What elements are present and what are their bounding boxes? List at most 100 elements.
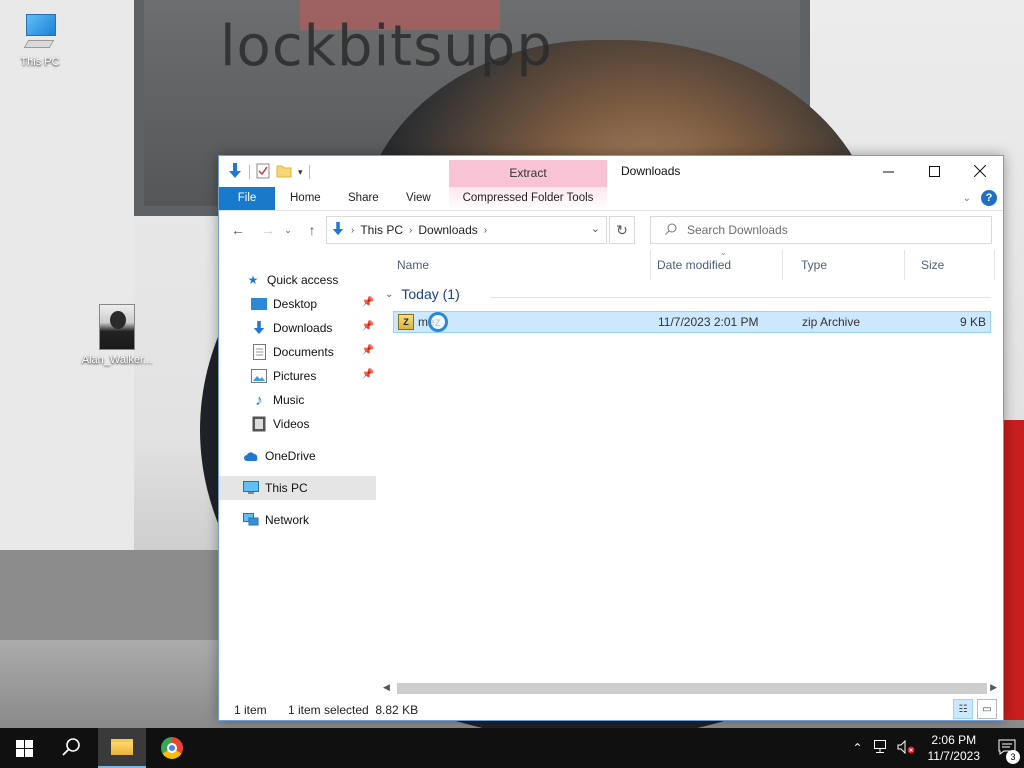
chrome-icon [161,737,183,759]
maximize-button[interactable] [911,156,957,186]
sidebar-item-label: Network [265,513,310,527]
desktop-icon-user-image[interactable]: Alan_Walker... [77,304,157,366]
wallpaper-wall [0,0,134,560]
music-icon: ♪ [255,391,263,409]
file-row[interactable]: Z mez 11/7/2023 2:01 PM zip Archive 9 KB [393,311,991,333]
desktop-icon-label: Alan_Walker... [81,354,153,366]
scroll-right-icon[interactable]: ▶ [990,682,997,693]
back-button[interactable]: ← [227,220,249,240]
action-center-button[interactable]: 3 [990,739,1024,764]
sidebar-item-label: This PC [265,481,308,495]
breadcrumb-downloads[interactable]: Downloads [418,223,477,237]
context-tab-group-extract[interactable]: Extract [449,160,607,187]
help-icon[interactable]: ? [981,190,997,206]
sidebar-item-desktop[interactable]: Desktop 📌 [219,292,376,316]
tab-file[interactable]: File [219,187,275,210]
sidebar-item-pictures[interactable]: Pictures 📌 [219,364,376,388]
recent-locations-icon[interactable]: ⌄ [281,220,295,240]
group-label: Today (1) [401,286,460,302]
busy-cursor-icon [428,312,448,332]
pin-icon[interactable]: 📌 [362,321,374,332]
new-folder-icon[interactable] [276,164,292,181]
column-header-name[interactable]: Name [379,250,651,280]
desktop-icon [251,296,267,312]
column-header-type[interactable]: Type [783,250,905,280]
close-button[interactable] [957,156,1003,186]
video-icon [251,416,267,432]
network-status-icon[interactable] [870,739,894,757]
search-box[interactable] [650,216,992,244]
navigation-pane: ★ Quick access Desktop 📌 Downloads 📌 Doc… [219,250,379,690]
horizontal-scrollbar[interactable]: ◀ ▶ [379,680,1003,697]
group-header-today[interactable]: ⌄ Today (1) [385,286,460,302]
sidebar-item-label: Quick access [267,273,339,287]
search-input[interactable] [687,223,967,237]
download-arrow-icon[interactable] [227,162,243,183]
pin-icon[interactable]: 📌 [362,297,374,308]
sidebar-item-videos[interactable]: Videos [219,412,376,436]
chevron-down-icon[interactable]: ⌄ [591,222,600,235]
sidebar-item-network[interactable]: Network [219,508,376,532]
wallpaper-overlay-text: lockbitsupp [220,14,553,79]
status-bar: 1 item 1 item selected 8.82 KB ☷ ▭ [219,699,1003,721]
scroll-left-icon[interactable]: ◀ [383,682,390,693]
search-button[interactable] [48,728,96,768]
status-item-count: 1 item [234,703,267,717]
chevron-right-icon[interactable]: › [351,225,354,236]
details-view-icon[interactable]: ☷ [953,699,973,719]
sidebar-item-label: OneDrive [265,449,316,463]
title-bar: ▾ Extract Downloads [219,156,1003,187]
sidebar-item-downloads[interactable]: Downloads 📌 [219,316,376,340]
quick-access-toolbar: ▾ [227,162,310,182]
desktop-icon-this-pc[interactable]: This PC [0,12,80,68]
window-controls [865,156,1003,186]
taskbar-file-explorer[interactable] [98,728,146,768]
taskbar: ⌃ 2:06 PM 11/7/2023 3 [0,728,1024,768]
sidebar-item-music[interactable]: ♪ Music [219,388,376,412]
sidebar-item-label: Documents [273,345,334,359]
sidebar-item-quick-access[interactable]: ★ Quick access [219,268,376,292]
chevron-up-icon[interactable]: ⌃ [846,741,870,755]
chevron-down-icon[interactable]: ⌄ [385,289,393,300]
wallpaper-floor [0,550,240,640]
clock-time: 2:06 PM [931,733,977,747]
pin-icon[interactable]: 📌 [362,345,374,356]
tab-home[interactable]: Home [280,187,331,210]
properties-icon[interactable] [256,163,270,182]
network-icon [243,512,259,528]
sidebar-item-this-pc[interactable]: This PC [219,476,376,500]
breadcrumb-this-pc[interactable]: This PC [360,223,403,237]
ribbon-right-controls: ⌄ ? [963,190,997,206]
chevron-right-icon[interactable]: › [484,225,487,236]
start-button[interactable] [0,728,48,768]
up-button[interactable]: ↑ [301,220,323,240]
column-header-date-modified[interactable]: Date modified [639,250,783,280]
file-size: 9 KB [959,315,986,329]
picture-icon [251,368,267,384]
tab-share[interactable]: Share [338,187,389,210]
tab-compressed-folder-tools[interactable]: Compressed Folder Tools [449,187,607,210]
minimize-button[interactable] [865,156,911,186]
address-bar[interactable]: › This PC › Downloads › ⌄ [326,216,607,244]
clock[interactable]: 2:06 PM 11/7/2023 [928,732,981,764]
file-explorer-window: ▾ Extract Downloads File Home Share View… [218,155,1004,721]
computer-icon [243,480,259,496]
tab-view[interactable]: View [396,187,441,210]
column-header-size[interactable]: Size [903,250,995,280]
pin-icon[interactable]: 📌 [362,369,374,380]
scrollbar-thumb[interactable] [397,683,987,694]
chevron-right-icon[interactable]: › [409,225,412,236]
forward-button[interactable]: → [257,220,279,240]
sidebar-item-label: Desktop [273,297,318,311]
expand-ribbon-icon[interactable]: ⌄ [963,193,971,204]
system-tray: ⌃ 2:06 PM 11/7/2023 3 [846,728,1024,768]
taskbar-chrome[interactable] [148,728,196,768]
sidebar-item-onedrive[interactable]: OneDrive [219,444,376,468]
desktop-icon-label: This PC [20,56,60,68]
sidebar-item-documents[interactable]: Documents 📌 [219,340,376,364]
large-icons-view-icon[interactable]: ▭ [977,699,997,719]
customize-qat-icon[interactable]: ▾ [298,167,303,178]
volume-muted-icon[interactable] [894,739,918,757]
refresh-button[interactable]: ↻ [609,216,635,244]
star-icon: ★ [247,273,259,287]
